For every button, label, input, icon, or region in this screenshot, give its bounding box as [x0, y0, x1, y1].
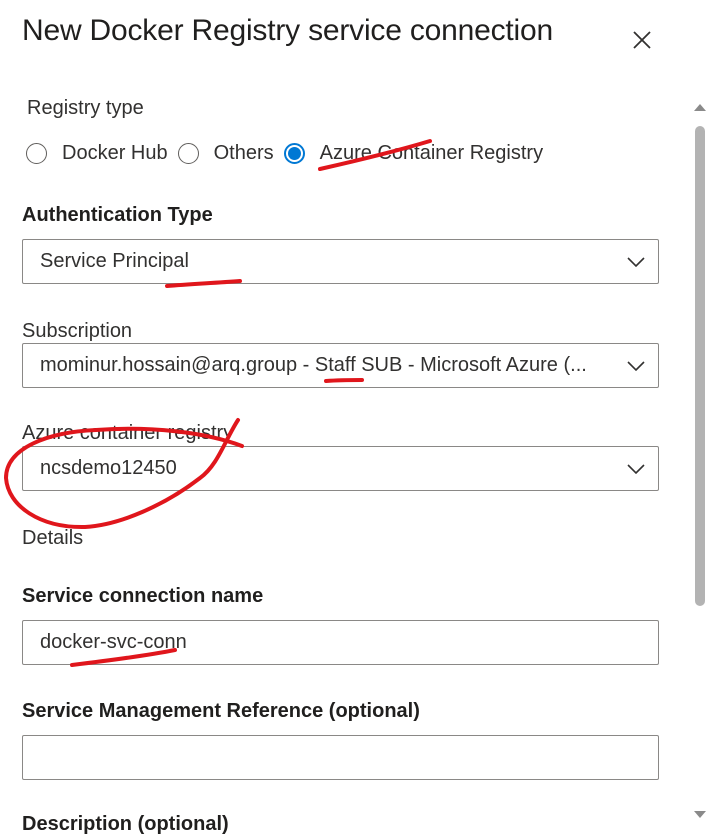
radio-circle[interactable] [177, 142, 199, 164]
azure-container-registry-dropdown[interactable]: ncsdemo12450 [22, 446, 659, 491]
radio-label: Others [213, 141, 274, 164]
scroll-down-arrow-icon[interactable] [693, 810, 707, 820]
service-connection-name-label: Service connection name [22, 585, 264, 607]
radio-others[interactable]: Others [177, 141, 274, 165]
service-connection-name-value: docker-svc-conn [40, 631, 187, 653]
service-management-reference-input[interactable] [22, 735, 659, 780]
registry-type-radio-group: Docker Hub Others Azure Container Regist… [26, 138, 553, 168]
scrollbar[interactable] [690, 96, 710, 828]
registry-type-label: Registry type [27, 97, 144, 119]
chevron-down-icon[interactable] [614, 344, 658, 387]
azure-container-registry-value: ncsdemo12450 [40, 457, 177, 479]
close-icon[interactable] [632, 30, 652, 50]
details-heading: Details [22, 527, 84, 549]
authentication-type-dropdown[interactable]: Service Principal [22, 239, 659, 284]
close-button[interactable] [624, 22, 660, 58]
panel-title: New Docker Registry service connection [22, 14, 553, 47]
radio-circle-checked[interactable] [283, 142, 305, 164]
authentication-type-value: Service Principal [40, 250, 189, 272]
scroll-thumb[interactable] [695, 126, 705, 606]
subscription-value: mominur.hossain@arq.group - Staff SUB - … [40, 354, 587, 376]
azure-container-registry-label: Azure container registry [22, 422, 234, 444]
radio-label: Azure Container Registry [319, 141, 544, 164]
radio-circle[interactable] [26, 142, 47, 164]
scroll-up-arrow-icon[interactable] [693, 102, 707, 112]
subscription-dropdown[interactable]: mominur.hossain@arq.group - Staff SUB - … [22, 343, 659, 388]
radio-docker-hub[interactable]: Docker Hub [26, 142, 168, 165]
radio-dot [287, 146, 301, 160]
subscription-label: Subscription [22, 320, 133, 342]
service-connection-name-input[interactable]: docker-svc-conn [22, 620, 659, 665]
chevron-down-icon[interactable] [614, 240, 658, 283]
service-management-reference-label: Service Management Reference (optional) [22, 700, 420, 722]
authentication-type-label: Authentication Type [22, 204, 213, 226]
radio-azure-container-registry[interactable]: Azure Container Registry [283, 141, 544, 165]
chevron-down-icon[interactable] [614, 447, 658, 490]
description-label: Description (optional) [22, 813, 229, 835]
radio-label: Docker Hub [62, 141, 168, 164]
